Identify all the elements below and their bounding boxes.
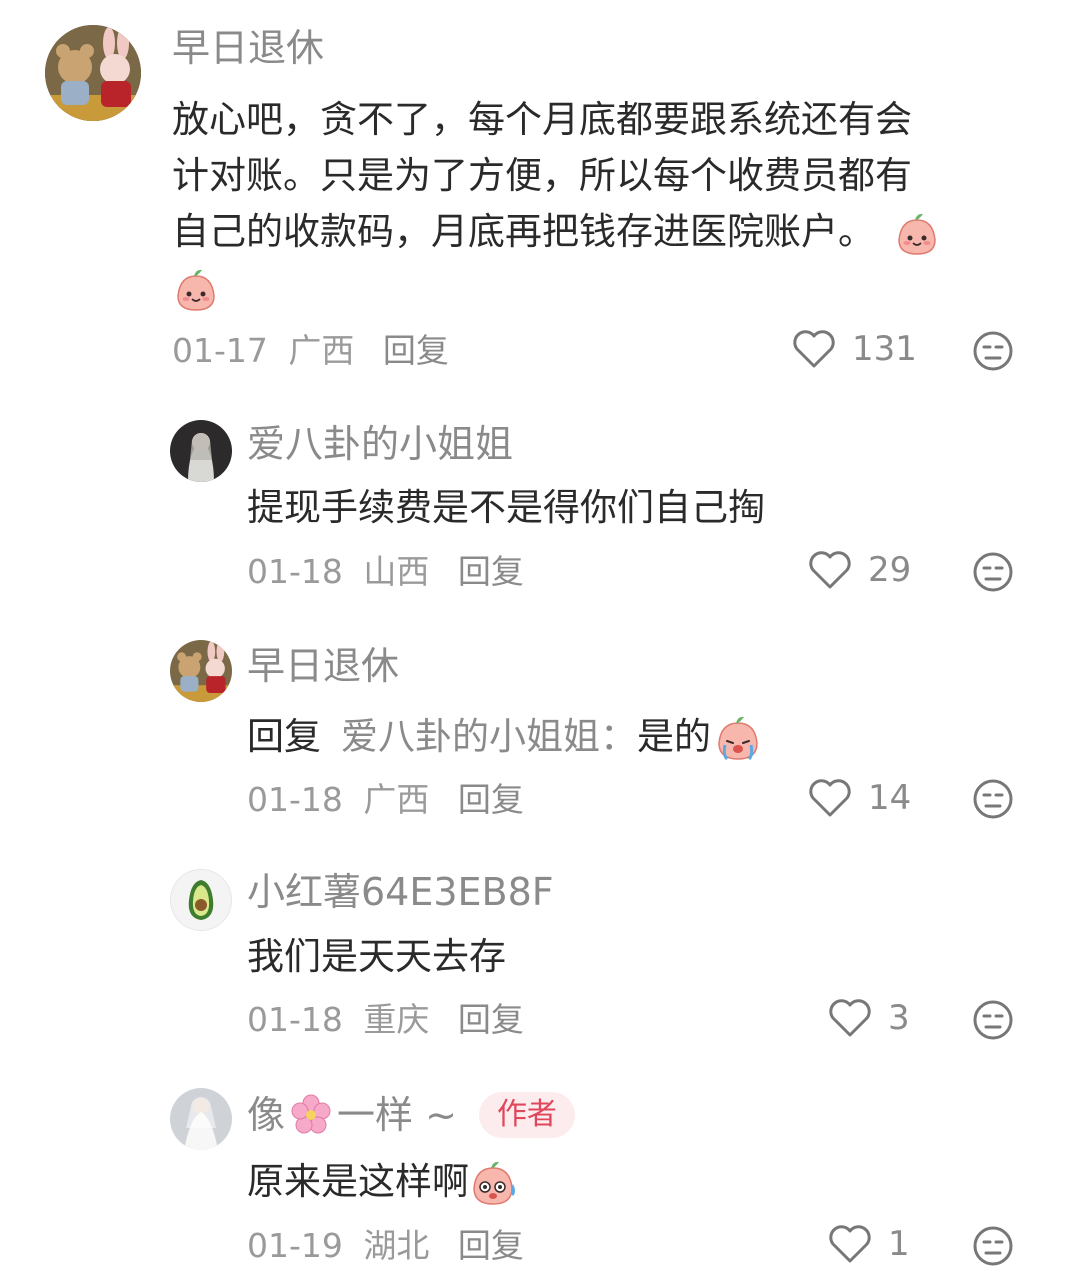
comment-body: 原来是这样啊 [247, 1160, 469, 1203]
like-count: 1 [888, 1224, 910, 1264]
comment-date: 01-19 [247, 1226, 343, 1265]
comment-text-line: 放心吧，贪不了，每个月底都要跟系统还有会 [172, 98, 912, 141]
comment-date: 01-18 [247, 552, 343, 591]
teddy-bunny-avatar-icon [170, 640, 232, 702]
comment-4: 小红薯64E3EB8F 我们是天天去存 01-18 重庆 回复 3 [0, 845, 1079, 1065]
like-count: 14 [868, 778, 912, 818]
meh-face-icon [973, 331, 1013, 371]
like-button[interactable]: 14 [808, 778, 911, 818]
avatar[interactable] [45, 25, 141, 121]
comment-date: 01-18 [247, 780, 343, 819]
portrait-avatar-icon [170, 420, 232, 482]
heart-icon [829, 999, 871, 1037]
username-part: 一样 ~ [337, 1093, 457, 1137]
like-button[interactable]: 1 [828, 1224, 910, 1264]
peach-bun-icon [177, 269, 215, 311]
sweat-bun-icon [473, 1161, 515, 1205]
heart-icon [809, 551, 851, 589]
like-button[interactable]: 131 [792, 329, 917, 369]
comment-location: 山西 [363, 552, 430, 591]
comment-username[interactable]: 爱八卦的小姐姐 [247, 425, 513, 463]
comment-date: 01-17 [172, 331, 268, 370]
comment-username[interactable]: 早日退休 [247, 647, 399, 685]
comment-2: 爱八卦的小姐姐 提现手续费是不是得你们自己掏 01-18 山西 回复 29 [0, 400, 1079, 620]
heart-icon [809, 779, 851, 817]
comment-location: 重庆 [363, 1000, 430, 1039]
comment-text-segment: 自己的收款码，月底再把钱存进医院账户。 [172, 210, 875, 253]
comment-meta: 01-18 重庆 回复 [247, 1003, 524, 1036]
comment-username[interactable]: 小红薯64E3EB8F [247, 873, 554, 911]
reply-prefix: 回复 [247, 715, 321, 758]
comment-text: 回复 爱八卦的小姐姐：是的 [247, 709, 763, 765]
comment-body: 是的 [637, 715, 711, 758]
meh-face-icon [973, 552, 1013, 592]
comment-location: 广西 [363, 780, 430, 819]
comment-1: 早日退休 放心吧，贪不了，每个月底都要跟系统还有会 计对账。只是为了方便，所以每… [0, 0, 1079, 400]
comment-meta: 01-17 广西 回复 [172, 334, 449, 367]
reply-button[interactable]: 回复 [458, 1226, 524, 1265]
teddy-bunny-avatar-icon [45, 25, 141, 121]
avatar[interactable] [170, 420, 232, 482]
comment-text-line: 计对账。只是为了方便，所以每个收费员都有 [172, 154, 912, 197]
comment-date: 01-18 [247, 1000, 343, 1039]
comment-location: 湖北 [363, 1226, 430, 1265]
reply-button[interactable]: 回复 [458, 552, 524, 591]
comment-username[interactable]: 像 一样 ~ 作者 [247, 1091, 575, 1139]
crying-bun-icon [718, 716, 758, 760]
meh-face-icon [973, 1226, 1013, 1266]
bride-avatar-icon [170, 1088, 232, 1150]
dislike-button[interactable] [972, 551, 1014, 597]
like-count: 131 [852, 329, 917, 369]
meh-face-icon [973, 779, 1013, 819]
comment-text-line [172, 260, 1032, 316]
comment-username[interactable]: 早日退休 [172, 29, 324, 67]
reply-button[interactable]: 回复 [458, 1000, 524, 1039]
comment-location: 广西 [288, 331, 355, 370]
dislike-button[interactable] [972, 778, 1014, 824]
peach-bun-icon [898, 213, 936, 255]
comment-5: 像 一样 ~ 作者 原来是这样啊 01-19 湖北 回复 1 [0, 1065, 1079, 1275]
comment-text-line: 自己的收款码，月底再把钱存进医院账户。 [172, 204, 1032, 260]
comment-meta: 01-18 山西 回复 [247, 555, 524, 588]
reply-button[interactable]: 回复 [458, 780, 524, 819]
like-count: 3 [888, 998, 910, 1038]
dislike-button[interactable] [972, 1225, 1014, 1271]
reply-button[interactable]: 回复 [383, 331, 449, 370]
comment-text: 原来是这样啊 [247, 1154, 519, 1210]
meh-face-icon [973, 1000, 1013, 1040]
heart-icon [793, 330, 835, 368]
comment-meta: 01-18 广西 回复 [247, 783, 524, 816]
comment-3: 早日退休 回复 爱八卦的小姐姐：是的 01-18 广西 回复 14 [0, 620, 1079, 845]
comment-text: 放心吧，贪不了，每个月底都要跟系统还有会 计对账。只是为了方便，所以每个收费员都… [172, 92, 1032, 316]
avatar[interactable] [170, 869, 232, 931]
author-badge: 作者 [478, 1092, 575, 1138]
dislike-button[interactable] [972, 330, 1014, 376]
comment-text: 我们是天天去存 [247, 935, 506, 978]
cherry-blossom-icon [291, 1094, 331, 1134]
avatar[interactable] [170, 640, 232, 702]
dislike-button[interactable] [972, 999, 1014, 1045]
like-button[interactable]: 29 [808, 550, 911, 590]
avocado-avatar-icon [171, 870, 231, 930]
comment-text: 提现手续费是不是得你们自己掏 [247, 486, 765, 529]
like-count: 29 [868, 550, 912, 590]
avatar[interactable] [170, 1088, 232, 1150]
reply-target-username[interactable]: 爱八卦的小姐姐： [341, 715, 637, 758]
heart-icon [829, 1225, 871, 1263]
comment-meta: 01-19 湖北 回复 [247, 1229, 524, 1262]
like-button[interactable]: 3 [828, 998, 910, 1038]
username-part: 像 [247, 1093, 286, 1137]
